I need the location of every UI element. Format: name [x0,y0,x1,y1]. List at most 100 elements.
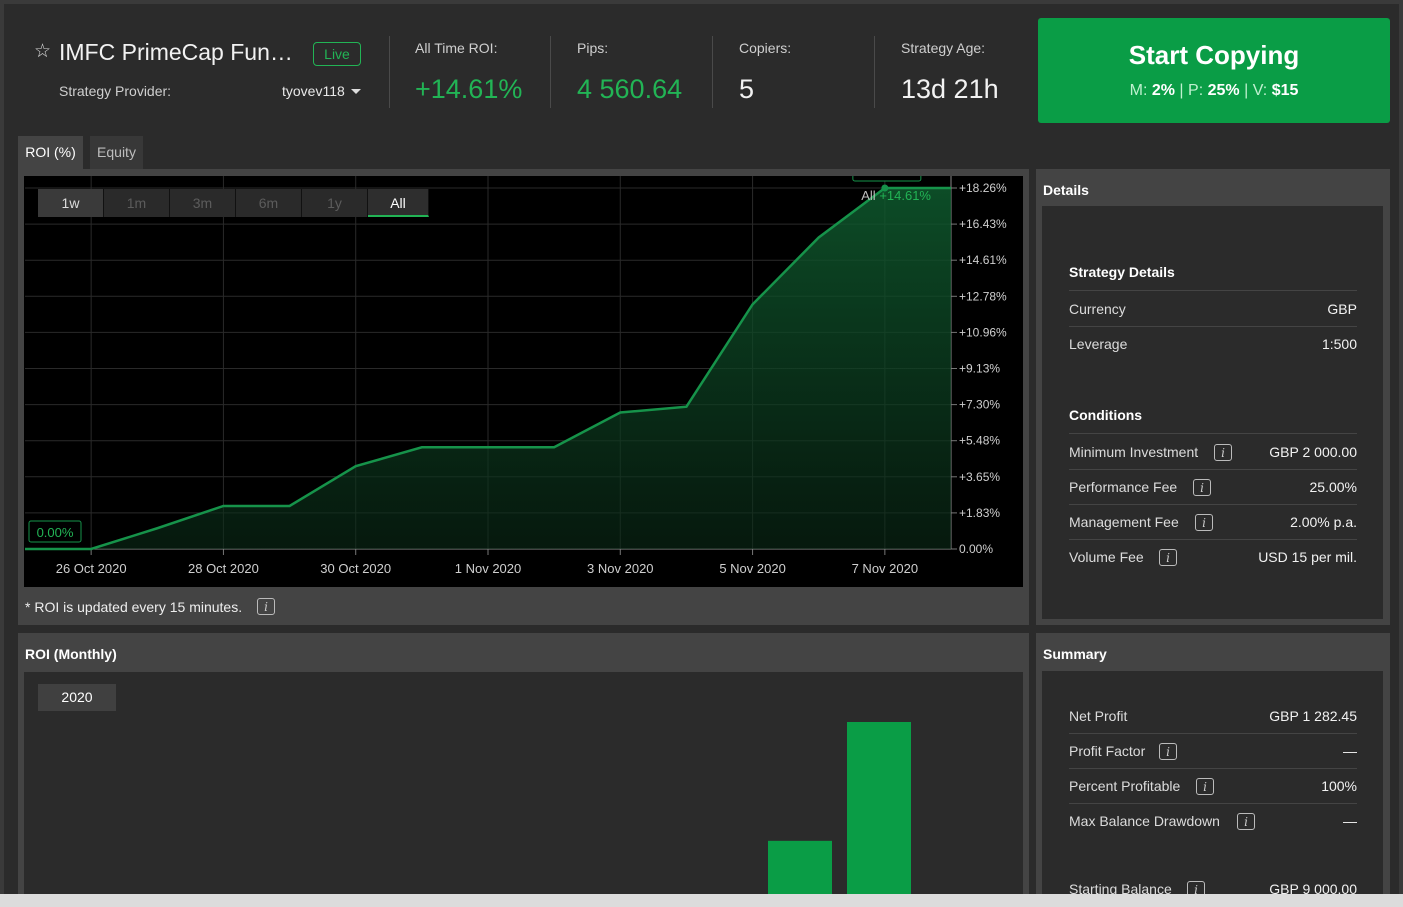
management-fee-label: M: [1129,82,1148,99]
x-tick-label: 3 Nov 2020 [587,561,654,576]
summary-label: Net Profit [1069,708,1128,724]
roi-monthly-title: ROI (Monthly) [25,646,117,662]
start-copying-label: Start Copying [1128,40,1300,70]
condition-row-min-investment: Minimum Investment i GBP 2 000.00 [1069,435,1357,470]
x-tick-label: 7 Nov 2020 [852,561,919,576]
pips-stat-label: Pips: [577,40,609,56]
roi-peak-label: +14.61% [861,176,913,179]
roi-start-label: 0.00% [37,525,74,540]
summary-row-net-profit: Net Profit GBP 1 282.45 [1069,699,1357,734]
y-tick-label: +10.96% [959,325,1007,339]
volume-fee-value: $15 [1271,82,1299,99]
summary-row-starting-balance: Starting Balance i GBP 9 000.00 [1069,872,1357,894]
star-icon[interactable]: ☆ [34,40,51,63]
tab-equity[interactable]: Equity [90,136,143,169]
info-icon[interactable]: i [1159,743,1177,760]
x-tick-label: 5 Nov 2020 [719,561,786,576]
divider [1069,433,1357,434]
range-selector: 1w 1m 3m 6m 1y All [38,189,429,217]
info-icon[interactable]: i [1159,549,1177,566]
x-tick-label: 26 Oct 2020 [56,561,127,576]
condition-label: Management Fee [1069,514,1179,530]
info-icon[interactable]: i [1187,881,1205,894]
y-tick-label: +14.61% [959,253,1007,267]
info-icon[interactable]: i [1214,444,1232,461]
condition-label: Minimum Investment [1069,444,1199,460]
y-tick-label: +7.30% [959,398,1000,412]
range-1m-button[interactable]: 1m [104,189,170,217]
y-tick-label: +12.78% [959,289,1007,303]
condition-row-performance-fee: Performance Fee i 25.00% [1069,470,1357,505]
performance-fee-label: P: [1188,82,1204,99]
summary-label: Percent Profitable [1069,778,1181,794]
summary-value: — [1343,813,1357,829]
condition-label: Performance Fee [1069,479,1178,495]
condition-value: USD 15 per mil. [1258,549,1357,565]
summary-title: Summary [1043,646,1107,662]
roi-legend-range: All [861,188,879,203]
roi-update-note: * ROI is updated every 15 minutes. [25,599,243,615]
start-copying-button[interactable]: Start Copying M: 2% | P: 25% | V: $15 [1038,18,1390,123]
info-icon[interactable]: i [1195,514,1213,531]
roi-legend: All +14.61% [861,188,931,203]
monthly-roi-bar[interactable] [847,722,911,894]
y-tick-label: +16.43% [959,217,1007,231]
range-1y-button[interactable]: 1y [302,189,368,217]
tab-roi[interactable]: ROI (%) [18,136,83,169]
y-tick-label: +5.48% [959,434,1000,448]
roi-stat-label: All Time ROI: [415,40,498,56]
summary-value: 100% [1321,778,1357,794]
provider-label: Strategy Provider: [59,83,172,99]
divider [1069,290,1357,291]
management-fee-value: 2% [1151,82,1175,99]
detail-row-currency: Currency GBP [1069,292,1357,327]
y-tick-label: +9.13% [959,362,1000,376]
condition-label: Volume Fee [1069,549,1144,565]
copiers-stat-value: 5 [739,74,755,104]
summary-label: Profit Factor [1069,743,1146,759]
pips-stat-value: 4 560.64 [577,74,683,104]
performance-fee-value: 25% [1207,82,1240,99]
divider [874,36,875,108]
roi-chart: +18.26% +16.43% +14.61% +12.78% +10.96% +9.13… [24,176,1023,587]
info-icon[interactable]: i [1193,479,1211,496]
live-badge: Live [313,42,361,66]
x-tick-label: 1 Nov 2020 [455,561,522,576]
roi-stat-value: +14.61% [415,74,523,104]
caret-down-icon[interactable] [351,89,361,94]
y-tick-label: +18.26% [959,181,1007,195]
y-tick-label: +3.65% [959,470,1000,484]
x-tick-label: 28 Oct 2020 [188,561,259,576]
condition-row-volume-fee: Volume Fee i USD 15 per mil. [1069,540,1357,575]
summary-row-profit-factor: Profit Factor i — [1069,734,1357,769]
x-tick-label: 30 Oct 2020 [320,561,391,576]
strategy-details-heading: Strategy Details [1069,264,1175,280]
monthly-chart-svg [768,722,911,894]
range-1w-button[interactable]: 1w [38,189,104,217]
bottom-scrollbar[interactable] [0,894,1403,907]
provider-name[interactable]: tyovev118 [282,83,345,99]
summary-label: Starting Balance [1069,881,1172,894]
range-6m-button[interactable]: 6m [236,189,302,217]
y-tick-label: +1.83% [959,506,1000,520]
copiers-stat-label: Copiers: [739,40,792,56]
condition-row-management-fee: Management Fee i 2.00% p.a. [1069,505,1357,540]
details-title: Details [1043,182,1089,198]
info-icon[interactable]: i [1196,778,1214,795]
term-separator: | [1179,82,1184,99]
summary-value: — [1343,743,1357,759]
range-all-button[interactable]: All [368,189,429,217]
conditions-heading: Conditions [1069,407,1143,423]
monthly-roi-bar[interactable] [768,840,832,894]
roi-monthly-chart: 2020 [24,672,1023,894]
condition-value: 25.00% [1309,479,1357,495]
roi-legend-value: +14.61% [879,188,931,203]
info-icon[interactable]: i [1237,813,1255,830]
divider [550,36,551,108]
info-icon[interactable]: i [257,598,275,615]
summary-value: GBP 9 000.00 [1269,881,1357,894]
summary-value: GBP 1 282.45 [1269,708,1357,724]
detail-label: Leverage [1069,336,1128,352]
summary-label: Max Balance Drawdown [1069,813,1220,829]
range-3m-button[interactable]: 3m [170,189,236,217]
